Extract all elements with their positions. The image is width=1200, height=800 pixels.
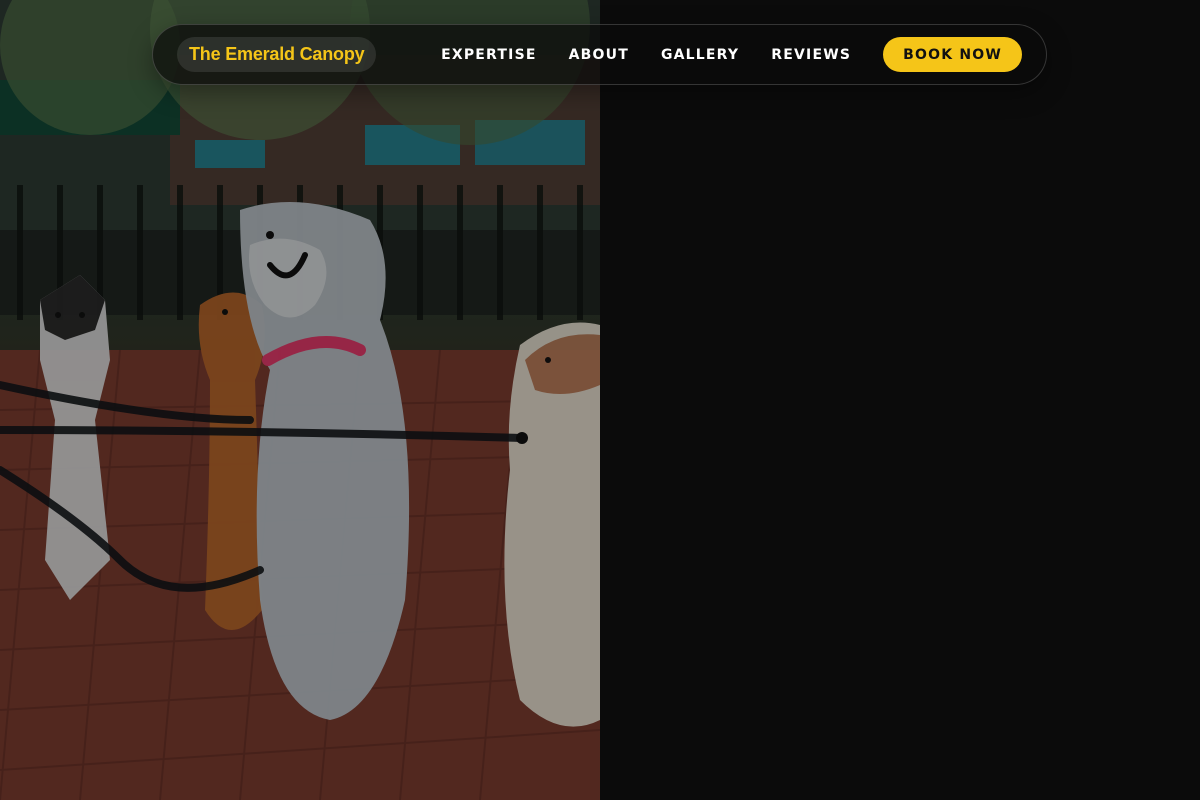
teal-awning xyxy=(195,140,265,168)
hero-illustration xyxy=(0,0,600,800)
dog-aussie xyxy=(504,322,600,727)
nav-link-expertise[interactable]: EXPERTISE xyxy=(441,47,537,63)
nav-links: EXPERTISE ABOUT GALLERY REVIEWS xyxy=(441,25,851,84)
leash-clip xyxy=(516,432,528,444)
top-navigation: The Emerald Canopy EXPERTISE ABOUT GALLE… xyxy=(152,24,1047,85)
nav-link-about[interactable]: ABOUT xyxy=(569,47,629,63)
book-now-button[interactable]: BOOK NOW xyxy=(883,37,1022,72)
nav-link-gallery[interactable]: GALLERY xyxy=(661,47,739,63)
hero-image xyxy=(0,0,600,800)
right-dark-pane xyxy=(600,0,1200,800)
brand-logo[interactable]: The Emerald Canopy xyxy=(177,37,377,72)
page: The Emerald Canopy EXPERTISE ABOUT GALLE… xyxy=(0,0,1200,800)
nav-link-reviews[interactable]: REVIEWS xyxy=(771,47,851,63)
